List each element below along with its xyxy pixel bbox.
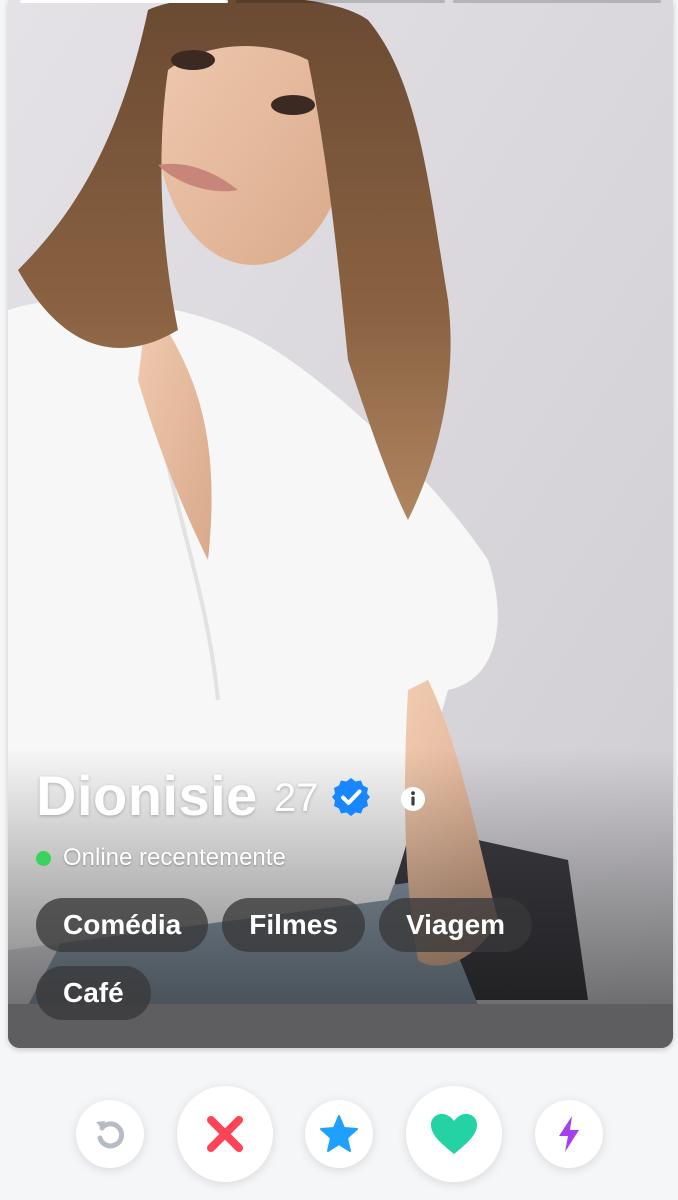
- photo-progress: [20, 0, 661, 4]
- online-status: Online recentemente: [36, 844, 653, 872]
- super-like-button[interactable]: [305, 1100, 373, 1168]
- star-icon: [320, 1115, 358, 1152]
- photo-indicator-3[interactable]: [452, 0, 661, 3]
- rewind-icon: [96, 1121, 125, 1149]
- interest-tags: Comédia Filmes Viagem Café: [36, 898, 596, 1020]
- heart-icon: [431, 1114, 477, 1154]
- info-icon[interactable]: [400, 786, 426, 812]
- profile-age: 27: [273, 775, 319, 820]
- photo-indicator-2[interactable]: [236, 0, 445, 3]
- profile-info: Dionisie 27 Online recentemente Comédia …: [36, 760, 653, 1020]
- photo-indicator-1[interactable]: [20, 0, 229, 3]
- nope-button[interactable]: [177, 1086, 273, 1182]
- profile-name: Dionisie: [36, 763, 258, 827]
- interest-tag[interactable]: Filmes: [222, 898, 365, 952]
- interest-tag[interactable]: Comédia: [36, 898, 209, 952]
- profile-card[interactable]: Dionisie 27 Online recentemente Comédia …: [8, 0, 673, 1048]
- boost-button[interactable]: [535, 1100, 603, 1168]
- close-icon: [207, 1116, 243, 1152]
- online-status-text: Online recentemente: [63, 844, 286, 871]
- name-row: Dionisie 27: [36, 760, 653, 830]
- rewind-button[interactable]: [76, 1100, 144, 1168]
- lightning-icon: [559, 1116, 579, 1152]
- interest-tag[interactable]: Café: [36, 966, 151, 1020]
- like-button[interactable]: [406, 1086, 502, 1182]
- interest-tag[interactable]: Viagem: [378, 898, 533, 952]
- verified-badge-icon: [332, 778, 371, 816]
- action-bar: [0, 1086, 678, 1182]
- online-dot-icon: [36, 850, 51, 866]
